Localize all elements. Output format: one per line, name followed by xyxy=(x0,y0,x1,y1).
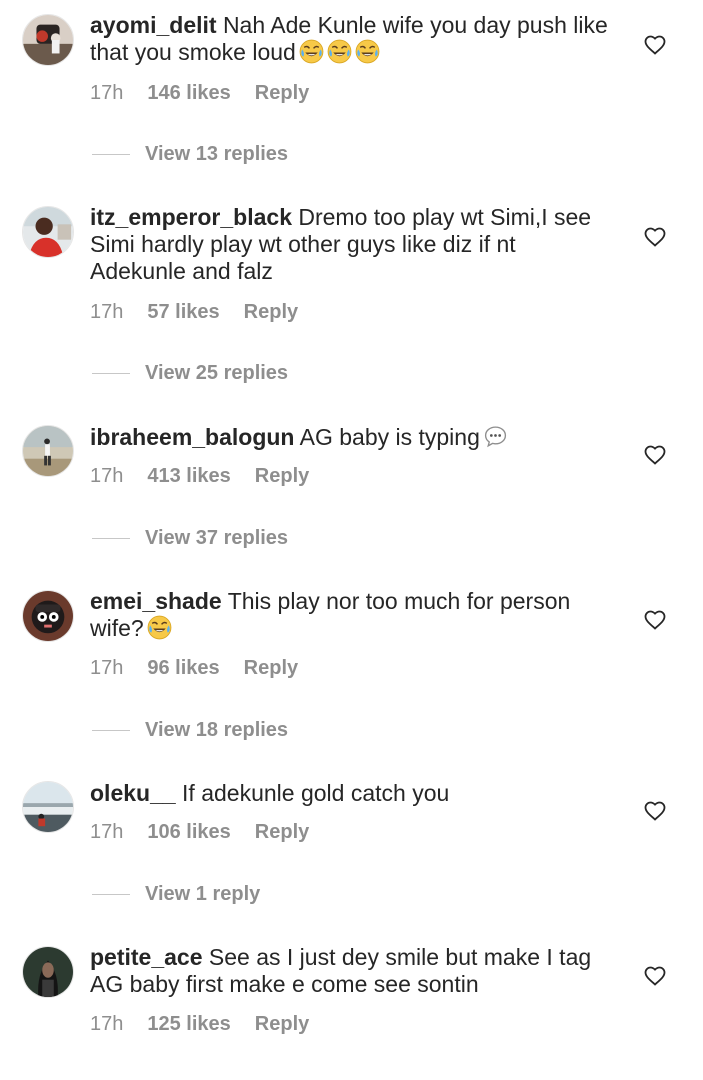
comment-username[interactable]: oleku__ xyxy=(90,780,176,806)
reply-button[interactable]: Reply xyxy=(255,82,309,104)
comment-likes[interactable]: 106 likes xyxy=(147,821,230,843)
comment-time: 17h xyxy=(90,821,124,843)
comment-username[interactable]: itz_emperor_black xyxy=(90,204,292,230)
divider xyxy=(92,154,130,156)
comment-time: 17h xyxy=(90,657,124,679)
comment-likes[interactable]: 57 likes xyxy=(147,301,219,323)
divider xyxy=(92,538,130,540)
divider xyxy=(92,373,130,375)
avatar[interactable] xyxy=(22,781,74,833)
view-replies-button[interactable]: View 25 replies xyxy=(92,362,288,385)
comment-meta: 17h 57 likes Reply xyxy=(90,301,322,324)
view-replies-label: View 13 replies xyxy=(145,143,289,165)
comment-body: itz_emperor_black Dremo too play wt Simi… xyxy=(90,204,610,285)
comment-time: 17h xyxy=(90,301,124,323)
comment-meta: 17h 125 likes Reply xyxy=(90,1013,333,1036)
divider xyxy=(92,894,130,896)
comment-username[interactable]: ibraheem_balogun xyxy=(90,424,294,450)
comment-meta: 17h 106 likes Reply xyxy=(90,821,333,844)
view-replies-label: View 1 reply xyxy=(145,883,261,905)
heart-icon[interactable] xyxy=(643,225,667,249)
comment-likes[interactable]: 96 likes xyxy=(147,657,219,679)
view-replies-button[interactable]: View 13 replies xyxy=(92,143,288,166)
view-replies-button[interactable]: View 37 replies xyxy=(92,527,288,550)
tears-of-joy-icon xyxy=(299,39,324,64)
reply-button[interactable]: Reply xyxy=(244,657,298,679)
comment-time: 17h xyxy=(90,1013,124,1035)
tears-of-joy-icon xyxy=(147,615,172,640)
comment-text: AG baby is typing xyxy=(299,424,480,450)
divider xyxy=(92,730,130,732)
avatar[interactable] xyxy=(22,590,74,642)
comment-time: 17h xyxy=(90,465,124,487)
comment-username[interactable]: ayomi_delit xyxy=(90,12,217,38)
comment-body: oleku__ If adekunle gold catch you xyxy=(90,780,610,807)
tears-of-joy-icon xyxy=(327,39,352,64)
avatar[interactable] xyxy=(22,14,74,66)
reply-button[interactable]: Reply xyxy=(255,821,309,843)
speech-balloon-icon xyxy=(483,424,508,449)
comment-likes[interactable]: 146 likes xyxy=(147,82,230,104)
heart-icon[interactable] xyxy=(643,443,667,467)
comment-body: emei_shade This play nor too much for pe… xyxy=(90,588,610,642)
comment-body: ibraheem_balogun AG baby is typing xyxy=(90,424,610,451)
comment-body: petite_ace See as I just dey smile but m… xyxy=(90,944,610,998)
comment-likes[interactable]: 125 likes xyxy=(147,1013,230,1035)
avatar[interactable] xyxy=(22,425,74,477)
comment-meta: 17h 413 likes Reply xyxy=(90,465,333,488)
comment-text: If adekunle gold catch you xyxy=(182,780,450,806)
comment-username[interactable]: petite_ace xyxy=(90,944,203,970)
comment-meta: 17h 146 likes Reply xyxy=(90,82,333,105)
view-replies-label: View 25 replies xyxy=(145,362,289,384)
reply-button[interactable]: Reply xyxy=(255,465,309,487)
heart-icon[interactable] xyxy=(643,33,667,57)
avatar[interactable] xyxy=(22,946,74,998)
comment-time: 17h xyxy=(90,82,124,104)
reply-button[interactable]: Reply xyxy=(255,1013,309,1035)
view-replies-button[interactable]: View 1 reply xyxy=(92,883,260,906)
heart-icon[interactable] xyxy=(643,799,667,823)
view-replies-label: View 18 replies xyxy=(145,719,289,741)
view-replies-label: View 37 replies xyxy=(145,527,289,549)
comment-likes[interactable]: 413 likes xyxy=(147,465,230,487)
reply-button[interactable]: Reply xyxy=(244,301,298,323)
tears-of-joy-icon xyxy=(355,39,380,64)
comment-username[interactable]: emei_shade xyxy=(90,588,222,614)
view-replies-button[interactable]: View 18 replies xyxy=(92,719,288,742)
avatar[interactable] xyxy=(22,206,74,258)
comment-body: ayomi_delit Nah Ade Kunle wife you day p… xyxy=(90,12,610,66)
comment-meta: 17h 96 likes Reply xyxy=(90,657,322,680)
heart-icon[interactable] xyxy=(643,608,667,632)
heart-icon[interactable] xyxy=(643,964,667,988)
